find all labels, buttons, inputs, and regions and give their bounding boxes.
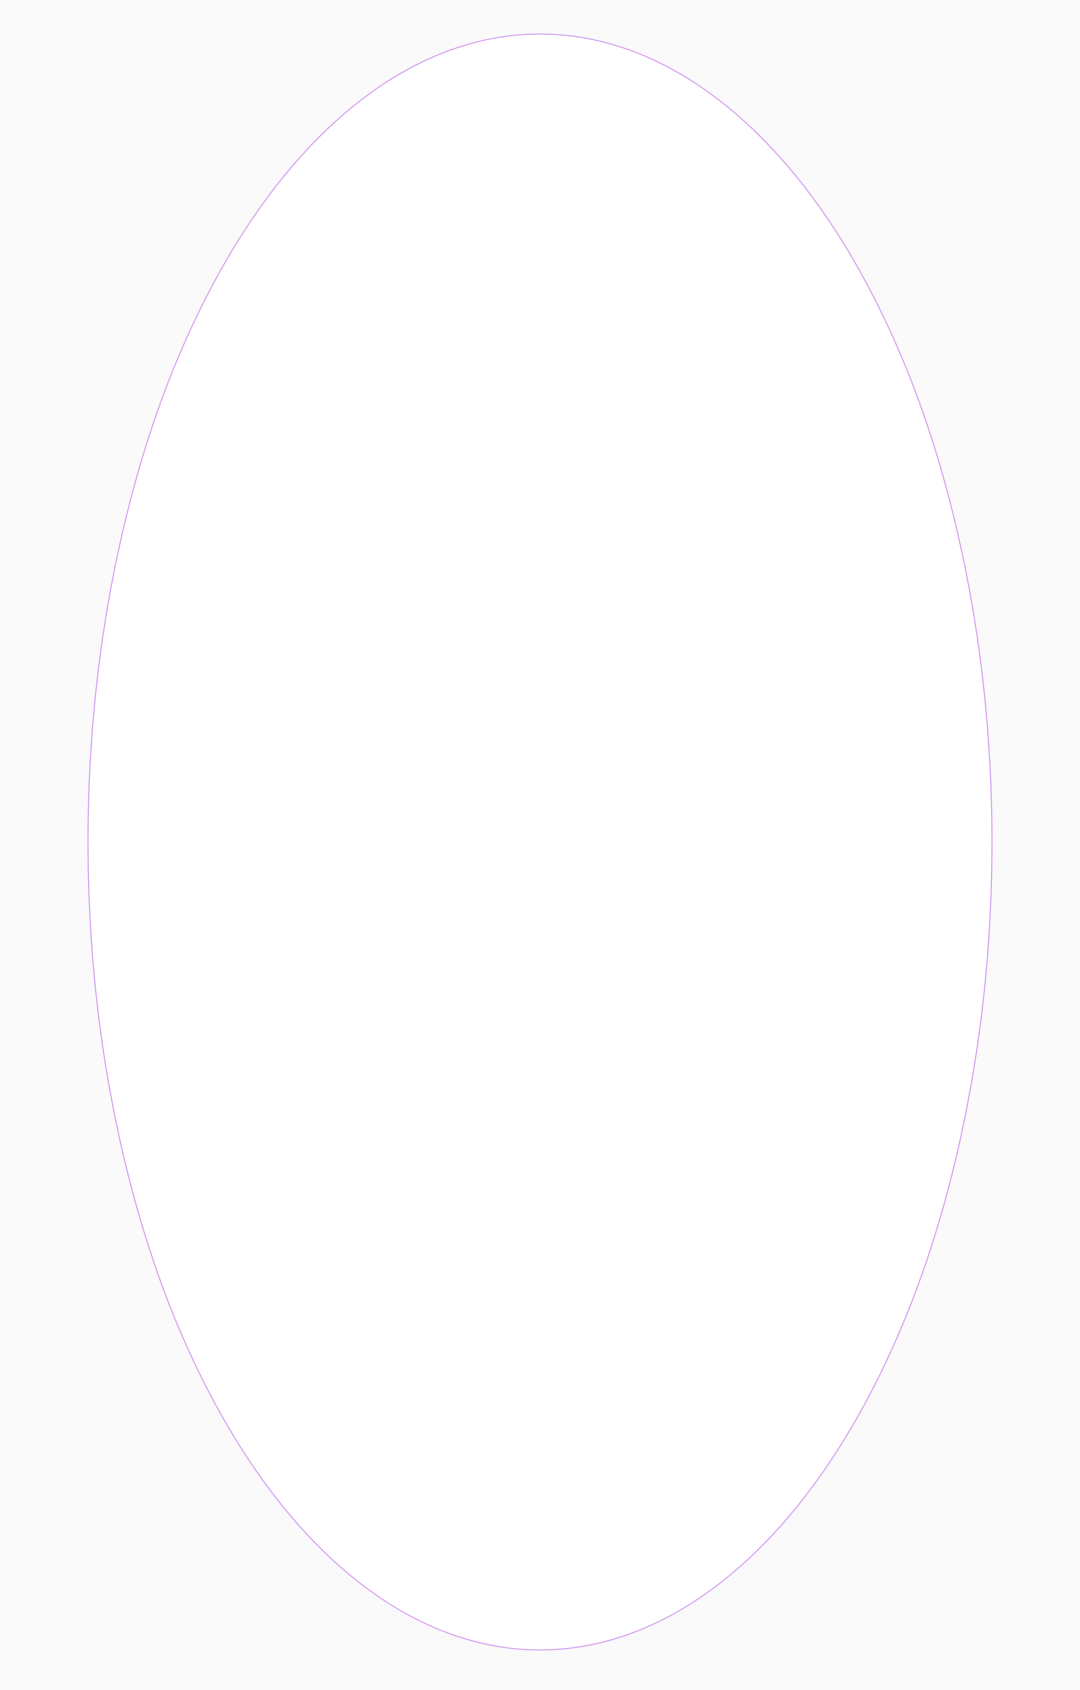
oval-shape <box>87 33 993 1651</box>
canvas-svg <box>87 33 993 1651</box>
canvas <box>0 0 1080 1690</box>
